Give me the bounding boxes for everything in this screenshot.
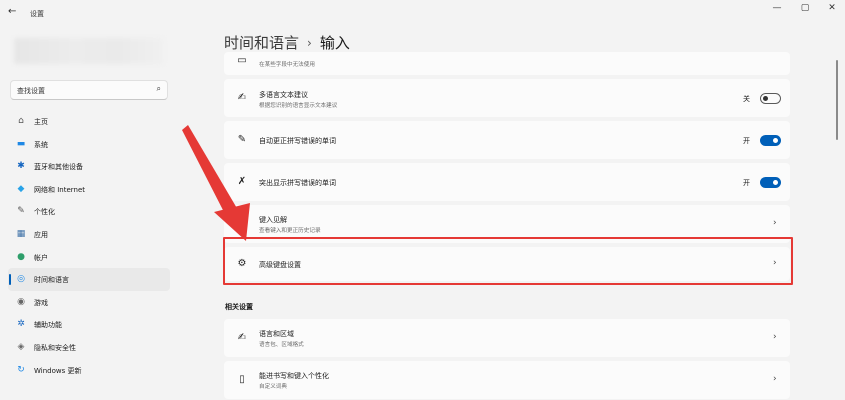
card-highlight-misspelled: ✗ 突出显示拼写错误的单词 开 xyxy=(224,163,790,201)
sidebar-item-icon: ◎ xyxy=(17,274,25,285)
sidebar-item[interactable]: ▬ 系统 xyxy=(8,133,170,156)
sidebar-item-icon: ● xyxy=(17,251,25,262)
toggle-state-label: 开 xyxy=(743,179,750,187)
chevron-right-icon: › xyxy=(773,258,777,268)
sidebar-item-icon: ◉ xyxy=(17,296,25,307)
sidebar-item[interactable]: ▦ 应用 xyxy=(8,223,170,246)
card-multilingual-title: 多语言文本建议 xyxy=(259,91,308,99)
sidebar-nav: ⌂ 主页 ▬ 系统 ✱ 蓝牙和其他设备 ◆ 网络和 Internet ✎ 个性化 ▦ 应用 ● 帐户 ◎ 时间… xyxy=(8,110,170,381)
card-language-region[interactable]: ✍ 语言和区域 语言包、区域格式 › xyxy=(224,319,790,357)
card-autocorrect-title: 自动更正拼写错误的单词 xyxy=(259,137,336,145)
input-field-icon: ▭ xyxy=(237,55,247,66)
breadcrumb-parent[interactable]: 时间和语言 xyxy=(224,34,299,52)
card-partial-subtitle: 在某些字段中无法使用 xyxy=(259,62,315,68)
card-handwriting-title: 能进书写和键入个性化 xyxy=(259,372,329,380)
autocorrect-icon: ✎ xyxy=(237,134,247,145)
card-handwriting-personalization[interactable]: ▯ 能进书写和键入个性化 自定义词典 › xyxy=(224,361,790,399)
sidebar-item-label: 游戏 xyxy=(34,298,48,307)
sidebar-item-label: 帐户 xyxy=(34,253,48,262)
sidebar-item-icon: ▦ xyxy=(16,228,26,239)
page-title: 输入 xyxy=(319,34,350,52)
sidebar-item-label: 隐私和安全性 xyxy=(34,343,76,352)
close-icon[interactable]: ✕ xyxy=(821,3,843,13)
chevron-right-icon: › xyxy=(773,332,777,342)
back-arrow-icon[interactable]: ← xyxy=(8,6,16,17)
sidebar-item[interactable]: ● 帐户 xyxy=(8,246,170,269)
autocorrect-toggle[interactable] xyxy=(760,135,781,146)
breadcrumb: 时间和语言 › 输入 xyxy=(224,32,350,53)
multilingual-toggle[interactable] xyxy=(760,93,781,104)
search-input[interactable]: 查找设置 ⌕ xyxy=(10,80,168,100)
minimize-icon[interactable]: — xyxy=(766,3,788,13)
card-advanced-keyboard[interactable]: ⚙ 高级键盘设置 › xyxy=(224,247,790,281)
card-autocorrect: ✎ 自动更正拼写错误的单词 开 xyxy=(224,121,790,159)
history-icon: ◷ xyxy=(237,218,247,229)
sidebar-item[interactable]: ⌂ 主页 xyxy=(8,110,170,133)
card-multilingual-subtitle: 根据您识别的语言显示文本建议 xyxy=(259,103,338,109)
sidebar-item[interactable]: ✱ 蓝牙和其他设备 xyxy=(8,155,170,178)
sidebar-item-label: 蓝牙和其他设备 xyxy=(34,163,83,172)
sidebar-item-label: 个性化 xyxy=(34,208,55,217)
sidebar-item-icon: ✎ xyxy=(17,206,25,217)
sidebar-item[interactable]: ↻ Windows 更新 xyxy=(8,359,170,382)
highlight-misspelled-toggle[interactable] xyxy=(760,177,781,188)
sidebar-item-label: Windows 更新 xyxy=(34,366,82,375)
scrollbar-thumb[interactable] xyxy=(836,60,838,140)
title-bar: ← 设置 — ▢ ✕ xyxy=(0,0,845,26)
sidebar-item-label: 主页 xyxy=(34,118,48,126)
sidebar-item[interactable]: ◆ 网络和 Internet xyxy=(8,178,170,201)
sidebar-item-label: 应用 xyxy=(34,230,48,239)
tablet-icon: ▯ xyxy=(239,374,245,385)
chevron-right-icon: › xyxy=(773,218,777,228)
chevron-right-icon: › xyxy=(773,374,777,384)
sidebar-item[interactable]: ✲ 辅助功能 xyxy=(8,313,170,336)
sidebar-item-icon: ◆ xyxy=(17,183,25,194)
card-partial[interactable]: ▭ 在某些字段中无法使用 xyxy=(224,52,790,75)
card-multilingual-suggestions: ✍ 多语言文本建议 根据您识别的语言显示文本建议 关 xyxy=(224,79,790,117)
section-title-related: 相关设置 xyxy=(225,303,253,311)
card-language-region-subtitle: 语言包、区域格式 xyxy=(259,342,304,348)
sidebar-item-icon: ↻ xyxy=(17,364,25,375)
maximize-icon[interactable]: ▢ xyxy=(794,3,816,13)
card-typing-insights[interactable]: ◷ 键入见解 查看键入和更正历史记录 › xyxy=(224,205,790,243)
sidebar-item-icon: ▬ xyxy=(16,138,26,149)
card-highlight-title: 突出显示拼写错误的单词 xyxy=(259,179,336,187)
user-profile-blurred[interactable] xyxy=(14,38,164,64)
card-handwriting-subtitle: 自定义词典 xyxy=(259,384,287,390)
toggle-state-label: 开 xyxy=(743,137,750,145)
sidebar-item-label: 网络和 Internet xyxy=(34,185,86,194)
sidebar-item[interactable]: ◈ 隐私和安全性 xyxy=(8,336,170,359)
gear-icon: ⚙ xyxy=(237,258,247,269)
card-language-region-title: 语言和区域 xyxy=(259,330,294,338)
sidebar-item-icon: ◈ xyxy=(17,341,25,352)
sidebar-item-icon: ⌂ xyxy=(18,116,24,126)
search-placeholder: 查找设置 xyxy=(17,87,45,95)
language-icon: ✍ xyxy=(237,332,247,343)
card-advanced-keyboard-title: 高级键盘设置 xyxy=(259,261,301,269)
sidebar-item[interactable]: ◎ 时间和语言 xyxy=(8,268,170,291)
sidebar-item-icon: ✲ xyxy=(17,319,25,330)
handwriting-language-icon: ✍ xyxy=(237,92,247,103)
sidebar-item[interactable]: ✎ 个性化 xyxy=(8,200,170,223)
sidebar-item[interactable]: ◉ 游戏 xyxy=(8,291,170,314)
spellcheck-icon: ✗ xyxy=(237,176,247,187)
app-title: 设置 xyxy=(30,10,44,18)
sidebar-item-label: 辅助功能 xyxy=(34,321,62,330)
card-typing-insights-title: 键入见解 xyxy=(259,216,287,224)
search-icon[interactable]: ⌕ xyxy=(157,84,161,94)
toggle-state-label: 关 xyxy=(743,95,750,103)
sidebar-item-label: 时间和语言 xyxy=(34,276,69,285)
sidebar-item-label: 系统 xyxy=(34,140,48,149)
sidebar-item-icon: ✱ xyxy=(17,161,25,172)
card-typing-insights-subtitle: 查看键入和更正历史记录 xyxy=(259,228,321,234)
breadcrumb-separator-icon: › xyxy=(307,36,312,50)
